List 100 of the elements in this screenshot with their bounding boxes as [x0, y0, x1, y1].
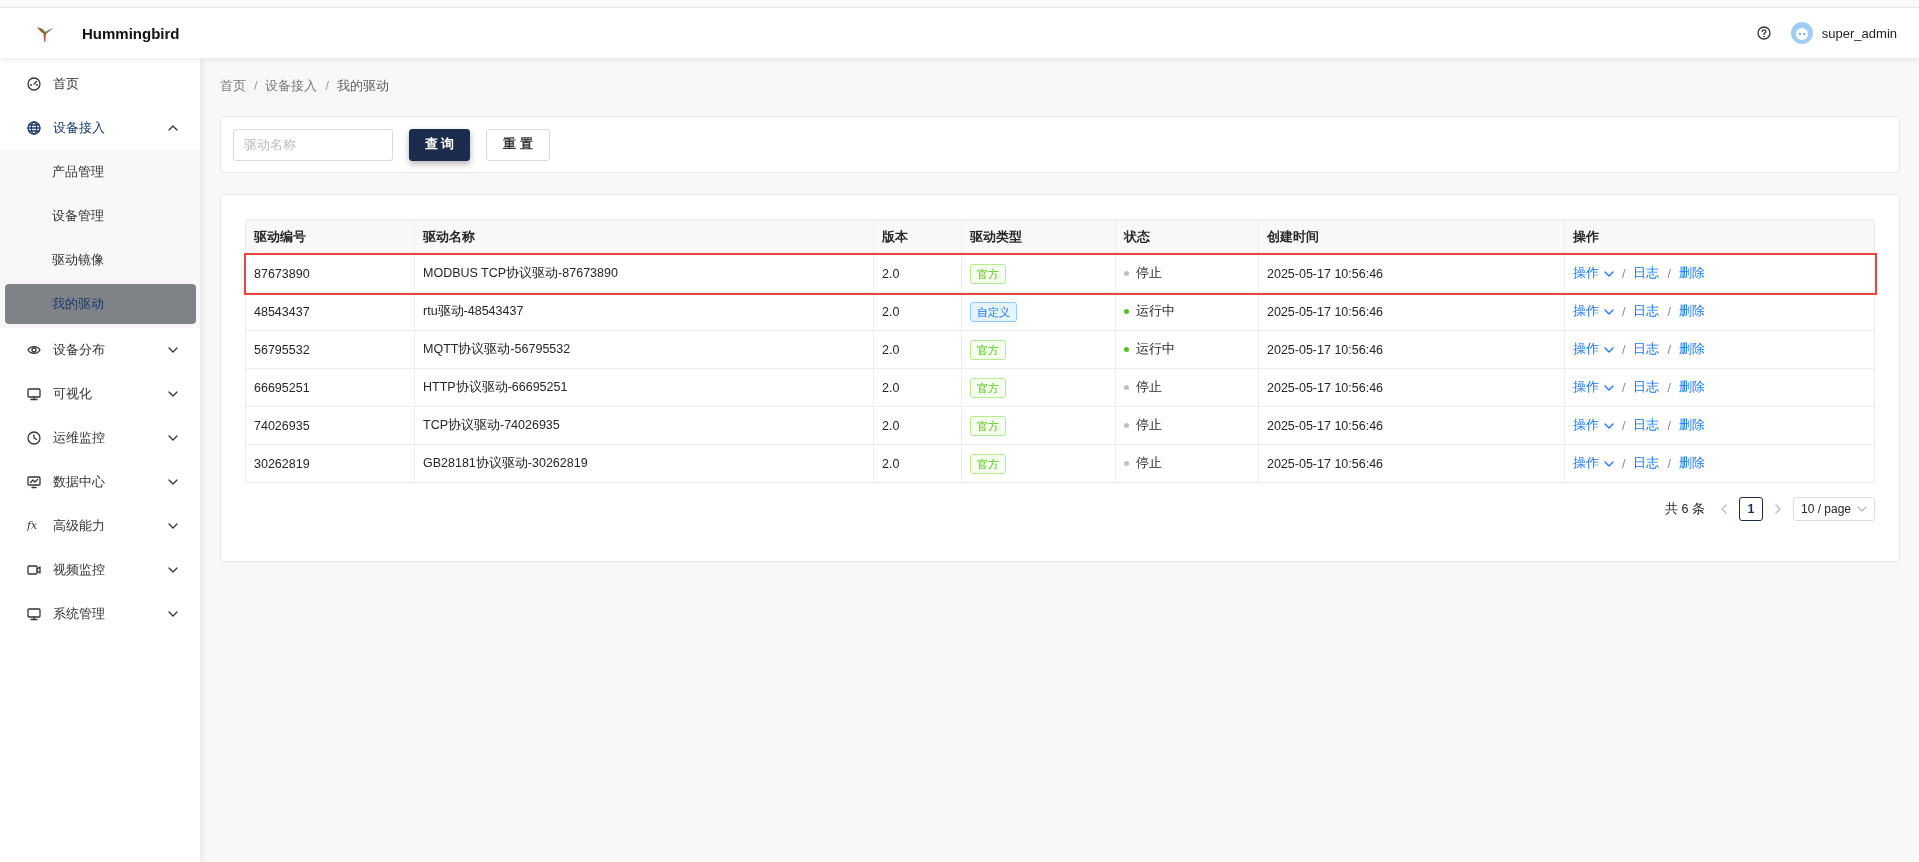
column-header: 驱动名称: [414, 219, 874, 255]
submenu-item[interactable]: 我的驱动: [5, 284, 196, 324]
action-link[interactable]: 删除: [1678, 417, 1705, 434]
submenu-item[interactable]: 产品管理: [0, 150, 200, 194]
eye-icon: [27, 343, 41, 357]
menu-item[interactable]: 首页: [0, 62, 200, 106]
menu-item[interactable]: 设备分布: [0, 328, 200, 372]
chevron-down-icon: [168, 435, 178, 441]
user-menu[interactable]: super_admin: [1790, 22, 1897, 44]
action-link[interactable]: 日志: [1633, 379, 1660, 396]
menu-item[interactable]: 设备接入: [0, 106, 200, 150]
action-dropdown[interactable]: 操作: [1573, 379, 1614, 396]
chevron-down-icon: [168, 391, 178, 397]
column-header: 版本: [873, 219, 962, 255]
total-count: 共 6 条: [1665, 500, 1705, 518]
column-header: 驱动编号: [245, 219, 415, 255]
breadcrumb-link[interactable]: 首页: [220, 77, 246, 95]
action-separator: /: [1667, 266, 1671, 281]
action-link[interactable]: 日志: [1633, 341, 1660, 358]
action-dropdown[interactable]: 操作: [1573, 417, 1614, 434]
action-link[interactable]: 日志: [1633, 417, 1660, 434]
table-cell: 74026935: [245, 406, 415, 445]
action-link[interactable]: 删除: [1678, 455, 1705, 472]
chevron-up-icon: [168, 125, 178, 131]
action-link[interactable]: 删除: [1678, 265, 1705, 282]
chevron-down-icon: [1604, 346, 1614, 353]
status-text: 停止: [1136, 265, 1162, 282]
menu-item[interactable]: 运维监控: [0, 416, 200, 460]
type-tag: 官方: [970, 263, 1006, 284]
column-header: 创建时间: [1258, 219, 1565, 255]
table-cell: 2.0: [873, 444, 962, 483]
chevron-down-icon: [168, 479, 178, 485]
avatar-icon: [1790, 22, 1813, 44]
action-separator: /: [1667, 380, 1671, 395]
chevron-down-icon: [168, 347, 178, 353]
breadcrumb-link[interactable]: 设备接入: [265, 77, 318, 95]
menu-item[interactable]: 系统管理: [0, 592, 200, 636]
query-button[interactable]: 查 询: [409, 128, 471, 161]
action-separator: /: [1622, 342, 1626, 357]
table-cell: GB28181协议驱动-30262819: [414, 444, 874, 483]
chevron-left-icon: [1720, 504, 1727, 514]
search-field[interactable]: 驱动名称: [233, 128, 393, 161]
type-tag: 官方: [970, 377, 1006, 398]
column-header: 操作: [1564, 219, 1875, 255]
table-cell: 87673890: [245, 254, 415, 293]
chevron-down-icon: [1604, 422, 1614, 429]
page-size-select[interactable]: 10 / page: [1792, 497, 1875, 521]
action-dropdown[interactable]: 操作: [1573, 265, 1614, 282]
status-text: 运行中: [1136, 341, 1175, 358]
dashboard-icon: [27, 77, 41, 91]
action-link[interactable]: 删除: [1678, 379, 1705, 396]
chevron-down-icon: [1604, 384, 1614, 391]
action-link[interactable]: 删除: [1678, 303, 1705, 320]
table-cell: MODBUS TCP协议驱动-87673890: [414, 254, 874, 293]
menu-item[interactable]: 可视化: [0, 372, 200, 416]
action-dropdown[interactable]: 操作: [1573, 455, 1614, 472]
table-cell: 2025-05-17 10:56:46: [1258, 254, 1565, 293]
type-tag: 官方: [970, 415, 1006, 436]
action-link[interactable]: 日志: [1633, 265, 1660, 282]
action-link[interactable]: 日志: [1633, 303, 1660, 320]
page-button[interactable]: 1: [1738, 497, 1763, 521]
menu-item[interactable]: 视频监控: [0, 548, 200, 592]
status-text: 运行中: [1136, 303, 1175, 320]
table-cell: HTTP协议驱动-66695251: [414, 368, 874, 407]
menu-item[interactable]: 数据中心: [0, 460, 200, 504]
monitor-icon: [27, 607, 41, 621]
action-separator: /: [1667, 456, 1671, 471]
chart-monitor-icon: [27, 475, 41, 489]
action-separator: /: [1667, 418, 1671, 433]
submenu-item[interactable]: 驱动镜像: [0, 238, 200, 282]
chevron-down-icon: [168, 567, 178, 573]
action-link[interactable]: 日志: [1633, 455, 1660, 472]
action-dropdown[interactable]: 操作: [1573, 341, 1614, 358]
table-cell: rtu驱动-48543437: [414, 292, 874, 331]
chevron-down-icon: [1604, 460, 1614, 467]
breadcrumb-separator: /: [325, 79, 329, 93]
submenu-item[interactable]: 设备管理: [0, 194, 200, 238]
menu-item[interactable]: fx 高级能力: [0, 504, 200, 548]
table-cell: 2.0: [873, 368, 962, 407]
action-separator: /: [1622, 266, 1626, 281]
table-cell: 56795532: [245, 330, 415, 369]
table-cell: MQTT协议驱动-56795532: [414, 330, 874, 369]
table-cell: 2025-05-17 10:56:46: [1258, 444, 1565, 483]
chevron-down-icon: [168, 523, 178, 529]
table-cell: 2.0: [873, 406, 962, 445]
chevron-down-icon: [1604, 270, 1614, 277]
table-cell: 30262819: [245, 444, 415, 483]
table-cell: 2025-05-17 10:56:46: [1258, 330, 1565, 369]
table-cell: TCP协议驱动-74026935: [414, 406, 874, 445]
app-name: Hummingbird: [82, 24, 180, 42]
type-tag: 官方: [970, 453, 1006, 474]
globe-icon: [27, 121, 41, 135]
monitor-icon: [27, 387, 41, 401]
action-link[interactable]: 删除: [1678, 341, 1705, 358]
reset-button[interactable]: 重 置: [486, 128, 550, 161]
action-separator: /: [1667, 304, 1671, 319]
action-dropdown[interactable]: 操作: [1573, 303, 1614, 320]
table-cell: 66695251: [245, 368, 415, 407]
action-separator: /: [1622, 304, 1626, 319]
chevron-down-icon: [168, 611, 178, 617]
